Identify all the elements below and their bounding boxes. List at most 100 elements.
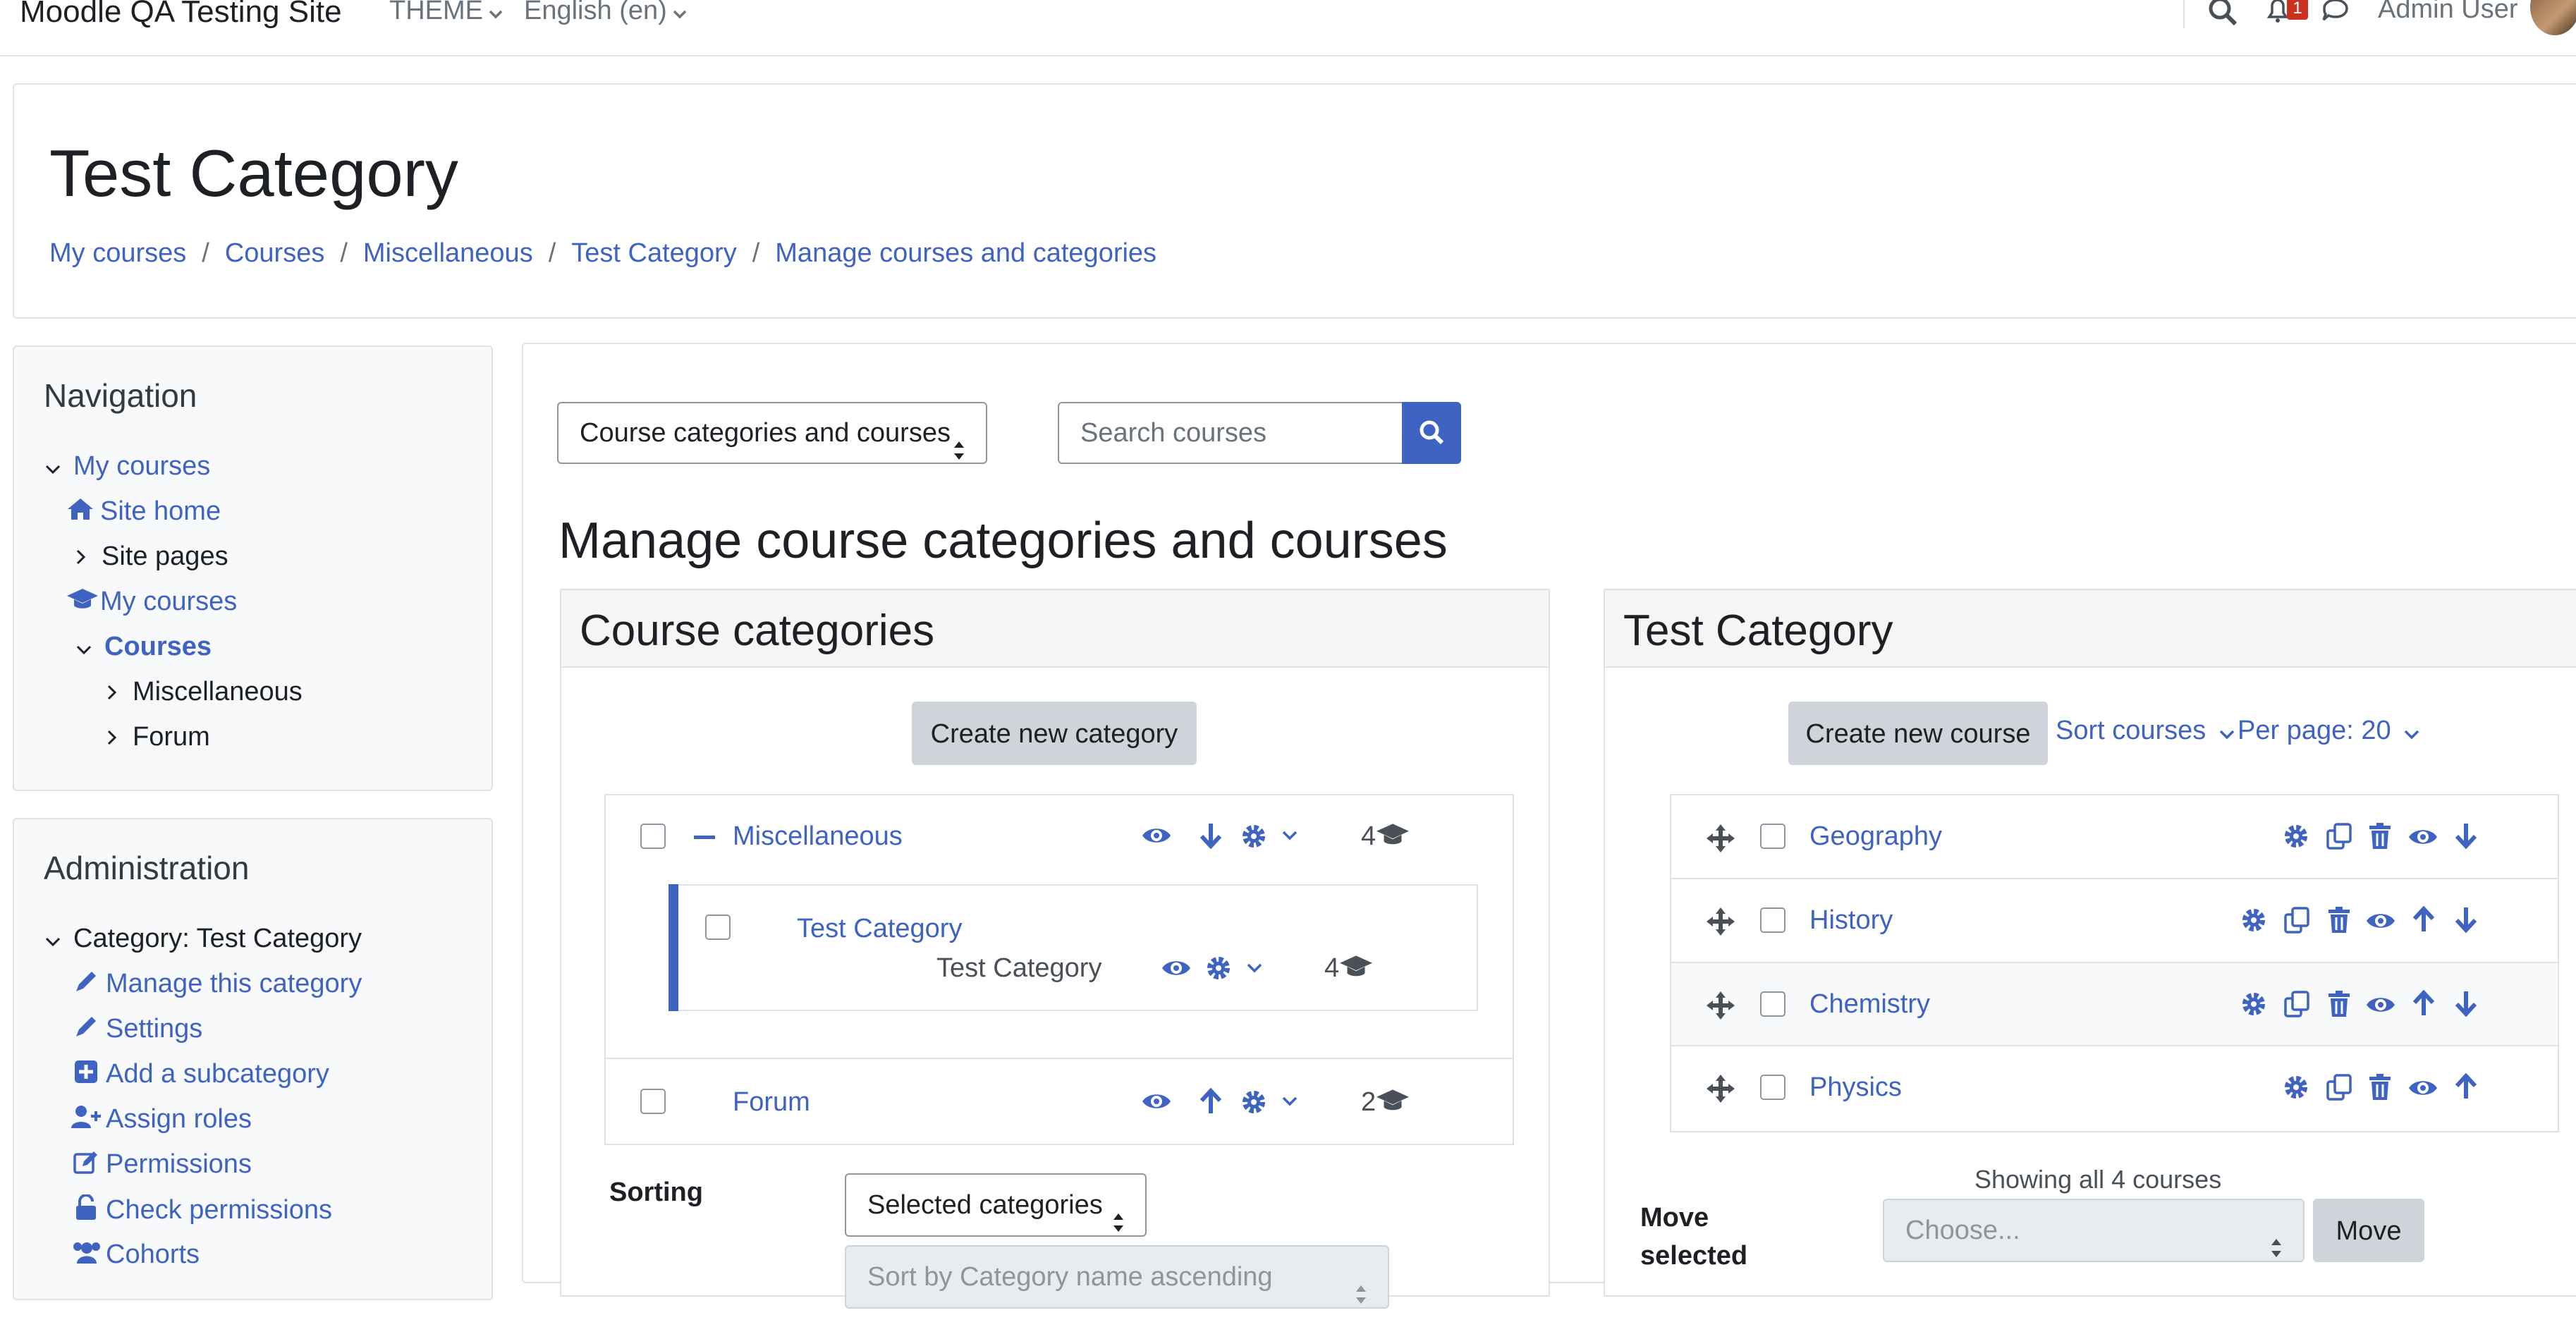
search-icon[interactable] <box>2207 0 2238 29</box>
arrow-up-icon[interactable] <box>2412 989 2436 1020</box>
admin-item-label[interactable]: Assign roles <box>106 1104 252 1134</box>
create-new-category-button[interactable]: Create new category <box>912 702 1197 765</box>
copy-icon[interactable] <box>2283 906 2310 938</box>
trash-icon[interactable] <box>2368 1073 2392 1105</box>
category-link-test-category[interactable]: Test Category <box>797 914 962 944</box>
arrow-down-icon[interactable] <box>1199 822 1223 852</box>
course-link-history[interactable]: History <box>1809 905 1893 936</box>
arrow-down-icon[interactable] <box>2454 822 2478 852</box>
trash-icon[interactable] <box>2368 822 2392 854</box>
language-menu[interactable]: English (en) <box>524 0 687 27</box>
nav-item-label[interactable]: My courses <box>100 587 237 616</box>
breadcrumb-test-category[interactable]: Test Category <box>571 238 736 268</box>
gear-icon[interactable] <box>1206 955 1231 984</box>
sorting-select[interactable]: Selected categories <box>845 1173 1147 1237</box>
arrow-up-icon[interactable] <box>1199 1087 1223 1118</box>
admin-item-check-permissions[interactable]: Check permissions <box>71 1194 332 1228</box>
sort-by-select[interactable]: Sort by Category name ascending <box>845 1245 1389 1309</box>
arrow-up-icon[interactable] <box>2454 1072 2478 1103</box>
chevron-down-icon[interactable] <box>1282 831 1298 844</box>
arrow-down-icon[interactable] <box>2454 906 2478 936</box>
arrow-up-icon[interactable] <box>2412 905 2436 936</box>
course-link-chemistry[interactable]: Chemistry <box>1809 989 1930 1020</box>
admin-item-cohorts[interactable]: Cohorts <box>71 1240 200 1272</box>
create-new-course-button[interactable]: Create new course <box>1788 702 2048 765</box>
course-checkbox[interactable] <box>1760 991 1786 1017</box>
nav-item-miscellaneous[interactable]: Miscellaneous <box>102 677 303 707</box>
course-checkbox[interactable] <box>1760 824 1786 849</box>
view-mode-select[interactable]: Course categories and courses <box>557 402 987 464</box>
admin-category-node[interactable]: Category: Test Category <box>42 924 362 954</box>
breadcrumb-my-courses[interactable]: My courses <box>49 238 186 268</box>
admin-item-label[interactable]: Cohorts <box>106 1240 200 1269</box>
eye-icon[interactable] <box>2407 825 2438 852</box>
copy-icon[interactable] <box>2326 822 2352 854</box>
category-checkbox[interactable] <box>640 824 666 849</box>
sort-courses-menu[interactable]: Sort courses <box>2056 716 2235 747</box>
breadcrumb-manage[interactable]: Manage courses and categories <box>775 238 1156 268</box>
gear-icon[interactable] <box>2241 991 2266 1020</box>
arrow-down-icon[interactable] <box>2454 990 2478 1020</box>
copy-icon[interactable] <box>2326 1073 2352 1105</box>
chevron-down-icon[interactable] <box>1247 963 1262 977</box>
eye-icon[interactable] <box>2365 909 2396 936</box>
message-icon[interactable] <box>2320 0 2351 29</box>
admin-item-label[interactable]: Check permissions <box>106 1195 332 1225</box>
category-checkbox[interactable] <box>705 915 731 940</box>
nav-item-label[interactable]: My courses <box>73 451 210 481</box>
admin-item-label[interactable]: Manage this category <box>106 969 362 998</box>
chevron-down-icon[interactable] <box>1282 1096 1298 1110</box>
trash-icon[interactable] <box>2327 990 2351 1022</box>
avatar[interactable] <box>2530 0 2576 35</box>
collapse-minus-icon[interactable] <box>694 836 715 839</box>
course-checkbox[interactable] <box>1760 1075 1786 1100</box>
nav-item-site-pages[interactable]: Site pages <box>71 542 228 572</box>
gear-icon[interactable] <box>2241 907 2266 936</box>
admin-item-label[interactable]: Add a subcategory <box>106 1059 329 1089</box>
nav-item-courses[interactable]: Courses <box>73 632 212 662</box>
course-link-geography[interactable]: Geography <box>1809 821 1942 852</box>
category-link-miscellaneous[interactable]: Miscellaneous <box>733 821 903 852</box>
gear-icon[interactable] <box>2283 1075 2309 1103</box>
admin-item-permissions[interactable]: Permissions <box>71 1149 252 1182</box>
nav-item-label[interactable]: Site home <box>100 496 221 526</box>
move-handle-icon[interactable] <box>1705 823 1736 857</box>
nav-item-my-courses-2[interactable]: My courses <box>65 587 237 618</box>
search-courses-input[interactable] <box>1058 402 1403 464</box>
admin-item-assign-roles[interactable]: Assign roles <box>71 1104 252 1137</box>
admin-item-label[interactable]: Permissions <box>106 1149 252 1179</box>
admin-item-settings[interactable]: Settings <box>71 1014 202 1046</box>
site-brand[interactable]: Moodle QA Testing Site <box>20 0 342 30</box>
nav-item-site-home[interactable]: Site home <box>65 496 221 528</box>
nav-item-label[interactable]: Courses <box>104 632 212 661</box>
eye-icon[interactable] <box>1161 956 1192 984</box>
trash-icon[interactable] <box>2327 906 2351 938</box>
per-page-menu[interactable]: Per page: 20 <box>2238 716 2419 747</box>
search-button[interactable] <box>1402 402 1461 464</box>
breadcrumb-miscellaneous[interactable]: Miscellaneous <box>363 238 533 268</box>
user-menu-name[interactable]: Admin User <box>2378 0 2518 25</box>
nav-item-my-courses[interactable]: My courses <box>42 451 210 482</box>
move-handle-icon[interactable] <box>1705 990 1736 1025</box>
move-target-select[interactable]: Choose... <box>1883 1199 2305 1262</box>
admin-item-manage-category[interactable]: Manage this category <box>71 969 362 1001</box>
gear-icon[interactable] <box>2283 824 2309 852</box>
course-checkbox[interactable] <box>1760 907 1786 933</box>
admin-item-label[interactable]: Settings <box>106 1014 202 1044</box>
move-button[interactable]: Move <box>2313 1199 2424 1262</box>
gear-icon[interactable] <box>1241 1089 1266 1118</box>
breadcrumb-courses[interactable]: Courses <box>225 238 325 268</box>
gear-icon[interactable] <box>1241 824 1266 852</box>
move-handle-icon[interactable] <box>1705 906 1736 941</box>
eye-icon[interactable] <box>2407 1076 2438 1103</box>
nav-item-forum[interactable]: Forum <box>102 722 210 752</box>
eye-icon[interactable] <box>1141 1089 1172 1117</box>
copy-icon[interactable] <box>2283 990 2310 1022</box>
admin-item-add-subcategory[interactable]: Add a subcategory <box>71 1059 329 1091</box>
category-link-forum[interactable]: Forum <box>733 1087 810 1118</box>
move-handle-icon[interactable] <box>1705 1073 1736 1108</box>
course-link-physics[interactable]: Physics <box>1809 1072 1902 1103</box>
theme-menu[interactable]: THEME <box>389 0 503 27</box>
category-checkbox[interactable] <box>640 1089 666 1114</box>
eye-icon[interactable] <box>1141 824 1172 851</box>
